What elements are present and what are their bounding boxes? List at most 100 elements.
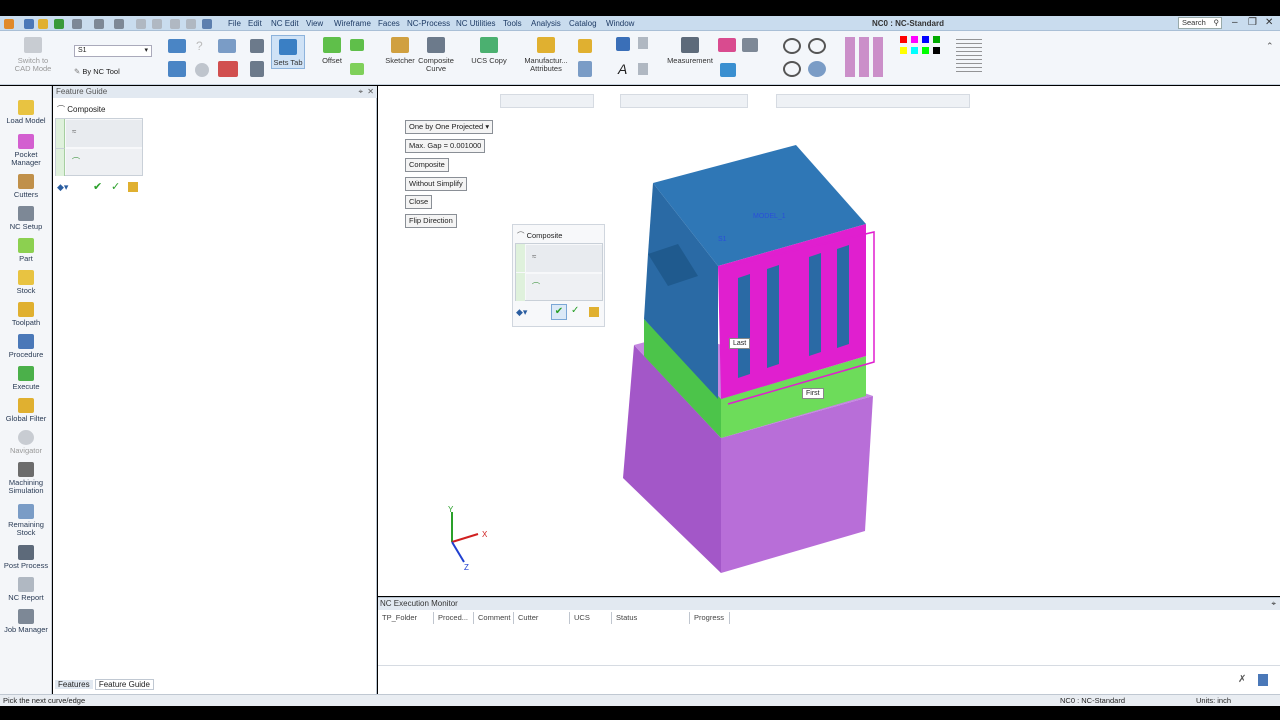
manufacturing-attributes-button[interactable]: Manufactur... Attributes xyxy=(521,37,571,73)
dimension-icon[interactable] xyxy=(616,37,630,51)
light-icon[interactable] xyxy=(720,63,736,77)
color-red-icon[interactable] xyxy=(900,36,907,43)
menu-wireframe[interactable]: Wireframe xyxy=(334,19,371,28)
repeat-icon[interactable] xyxy=(170,19,180,29)
solid-icon[interactable] xyxy=(350,63,364,75)
tag-filter-icon[interactable] xyxy=(578,61,592,77)
menu-nc-edit[interactable]: NC Edit xyxy=(271,19,299,28)
rotate-icon[interactable] xyxy=(808,61,826,77)
projection-mode-dropdown[interactable]: One by One Projected ▾ xyxy=(405,120,494,134)
render-icon[interactable] xyxy=(718,38,736,52)
ok-check-icon[interactable]: ✔ xyxy=(93,180,102,193)
col-progress[interactable]: Progress xyxy=(690,612,730,624)
leftbar-navigator[interactable]: Navigator xyxy=(0,430,52,455)
max-gap-button[interactable]: Max. Gap = 0.001000 xyxy=(405,139,486,153)
panel-close-icon[interactable]: ✕ xyxy=(367,86,374,98)
table-icon[interactable] xyxy=(168,39,186,53)
leftbar-nc-report[interactable]: NC Report xyxy=(0,577,52,602)
color-magenta-icon[interactable] xyxy=(911,36,918,43)
frame-icon[interactable] xyxy=(218,39,236,53)
leftbar-cutters[interactable]: Cutters xyxy=(0,174,52,199)
leftbar-execute[interactable]: Execute xyxy=(0,366,52,391)
composite-curve-button[interactable]: Composite Curve xyxy=(416,37,456,73)
tag-icon[interactable] xyxy=(578,39,592,53)
pin-icon[interactable]: ⌖ xyxy=(358,86,363,98)
floating-ok-icon[interactable]: ✔ xyxy=(551,304,567,320)
line-style-icon[interactable] xyxy=(956,36,982,72)
open-folder-icon[interactable] xyxy=(38,19,48,29)
menu-view[interactable]: View xyxy=(306,19,323,28)
col-procedure[interactable]: Proced... xyxy=(434,612,474,624)
view-toolbar[interactable] xyxy=(776,94,970,108)
list-icon[interactable] xyxy=(168,61,186,77)
required-step-button[interactable]: ≈ xyxy=(66,120,142,147)
menu-window[interactable]: Window xyxy=(606,19,634,28)
panel-icon[interactable] xyxy=(202,19,212,29)
col-cutter[interactable]: Cutter xyxy=(514,612,570,624)
export-icon[interactable] xyxy=(1258,674,1268,686)
menu-nc-process[interactable]: NC-Process xyxy=(407,19,450,28)
menu-file[interactable]: File xyxy=(228,19,241,28)
menu-faces[interactable]: Faces xyxy=(378,19,400,28)
move-icon[interactable] xyxy=(250,39,264,53)
switch-cad-button[interactable]: Switch to CAD Mode xyxy=(12,37,54,73)
leftbar-post-process[interactable]: Post Process xyxy=(0,545,52,570)
col-ucs[interactable]: UCS xyxy=(570,612,612,624)
pin-icon[interactable]: ⌖ xyxy=(1271,598,1276,610)
surface-icon[interactable] xyxy=(350,39,364,51)
close-icon[interactable]: ✕ xyxy=(1265,17,1273,28)
tab-feature-guide[interactable]: Feature Guide xyxy=(94,679,154,690)
close-toggle-button[interactable]: Close xyxy=(405,195,433,209)
dim-small-icon[interactable] xyxy=(638,37,648,49)
sets-tab-button[interactable]: Sets Tab xyxy=(271,35,305,69)
help-icon[interactable]: ? xyxy=(196,39,210,53)
simplify-toggle-button[interactable]: Without Simplify xyxy=(405,177,467,191)
view-cube-icons[interactable] xyxy=(845,37,885,77)
col-comment[interactable]: Comment xyxy=(474,612,514,624)
menu-edit[interactable]: Edit xyxy=(248,19,262,28)
leftbar-part[interactable]: Part xyxy=(0,238,52,263)
guide-options-icon[interactable]: ◆▾ xyxy=(57,182,68,193)
history-icon[interactable] xyxy=(186,19,196,29)
minimize-icon[interactable]: – xyxy=(1232,17,1238,28)
text-icon[interactable]: A xyxy=(618,61,627,77)
color-cyan-icon[interactable] xyxy=(911,47,918,54)
shade-icon[interactable] xyxy=(742,38,758,52)
save-icon[interactable] xyxy=(54,19,64,29)
menu-nc-utilities[interactable]: NC Utilities xyxy=(456,19,496,28)
undo-icon[interactable] xyxy=(136,19,146,29)
redo-icon[interactable] xyxy=(152,19,162,29)
optional-step-button[interactable]: ⌒ xyxy=(66,149,142,175)
composite-toggle-button[interactable]: Composite xyxy=(405,158,449,172)
sketcher-button[interactable]: Sketcher xyxy=(383,37,417,65)
zoom-out-icon[interactable] xyxy=(808,38,826,54)
leftbar-machining-simulation[interactable]: Machining Simulation xyxy=(0,462,52,495)
print-icon[interactable] xyxy=(72,19,82,29)
by-nc-tool-button[interactable]: ✎ By NC Tool xyxy=(74,67,120,76)
tab-features[interactable]: Features xyxy=(55,680,93,689)
display-toolbar[interactable] xyxy=(620,94,748,108)
selection-toolbar[interactable] xyxy=(500,94,594,108)
new-file-icon[interactable] xyxy=(24,19,34,29)
leftbar-global-filter[interactable]: Global Filter xyxy=(0,398,52,423)
floating-options-icon[interactable]: ◆▾ xyxy=(516,307,527,318)
leftbar-load-model[interactable]: Load Model xyxy=(0,100,52,125)
sort-icon[interactable] xyxy=(250,61,264,77)
window-icon[interactable] xyxy=(94,19,104,29)
color-yellow-icon[interactable] xyxy=(900,47,907,54)
cancel-icon[interactable] xyxy=(128,182,138,192)
color-blue-icon[interactable] xyxy=(922,36,929,43)
offset-button[interactable]: Offset xyxy=(314,37,350,65)
layout-icon[interactable] xyxy=(114,19,124,29)
flip-direction-button[interactable]: Flip Direction xyxy=(405,214,457,228)
leftbar-remaining-stock[interactable]: Remaining Stock xyxy=(0,504,52,537)
graphics-viewport[interactable]: One by One Projected ▾ Max. Gap = 0.0010… xyxy=(378,86,1280,596)
leftbar-job-manager[interactable]: Job Manager xyxy=(0,609,52,634)
measurement-button[interactable]: Measurement xyxy=(666,37,714,65)
leftbar-pocket-manager[interactable]: Pocket Manager xyxy=(0,134,52,167)
zoom-window-icon[interactable] xyxy=(783,38,801,54)
apply-check-icon[interactable]: ✓ xyxy=(111,180,120,193)
menu-catalog[interactable]: Catalog xyxy=(569,19,597,28)
ribbon-collapse-icon[interactable]: ⌃ xyxy=(1266,41,1274,52)
search-box[interactable]: Search ⚲ xyxy=(1178,17,1222,29)
